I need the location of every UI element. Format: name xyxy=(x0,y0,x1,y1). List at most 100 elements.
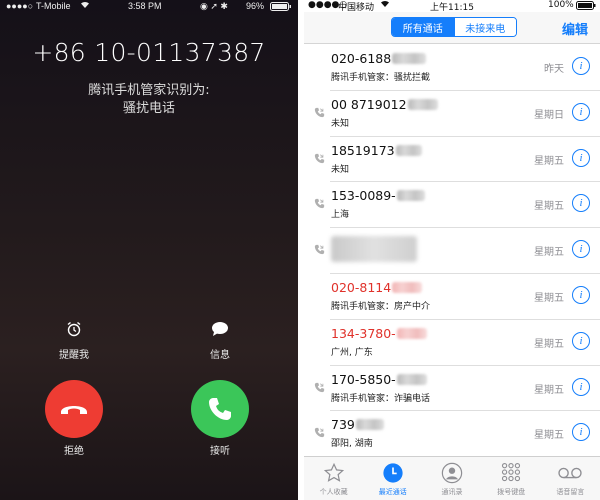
tab-contacts[interactable]: 通讯录 xyxy=(422,457,481,500)
call-row[interactable]: 153-0089- 上海 星期五 i xyxy=(314,182,600,229)
redacted-digits xyxy=(392,53,427,64)
call-row[interactable]: 020-8114 腾讯手机管家：房产中介 星期五 i xyxy=(330,274,600,320)
hang-up-icon xyxy=(61,406,87,414)
redacted-digits xyxy=(396,373,427,385)
call-number: 18519173 xyxy=(331,143,422,158)
decline-call-button[interactable] xyxy=(45,380,103,438)
call-date: 星期五 xyxy=(534,430,564,442)
decline-label: 拒绝 xyxy=(64,446,84,457)
call-date: 星期五 xyxy=(534,201,564,213)
tab-label: 通讯录 xyxy=(441,488,463,496)
message-label: 信息 xyxy=(210,350,230,361)
call-row[interactable]: 170-5850- 腾讯手机管家：诈骗电话 星期五 i xyxy=(314,366,600,412)
call-row[interactable]: 星期五 i xyxy=(314,228,600,274)
outgoing-call-icon xyxy=(314,380,325,392)
call-number: 020-6188 xyxy=(331,51,427,66)
info-icon[interactable]: i xyxy=(572,377,590,396)
battery-percent: 96% xyxy=(246,1,265,11)
segment-all-calls[interactable]: 所有通话 xyxy=(392,18,454,36)
call-subtitle: 腾讯手机管家：房产中介 xyxy=(331,301,431,312)
outgoing-call-icon xyxy=(314,151,325,163)
call-row[interactable]: 020-6188 腾讯手机管家：骚扰拦截 昨天 i xyxy=(330,45,600,91)
outgoing-call-icon xyxy=(314,105,325,117)
keypad-icon xyxy=(500,461,522,485)
call-row[interactable]: 739 邵阳, 湖南 星期五 i xyxy=(314,411,600,458)
navigation-bar: 所有通话 未接来电 编辑 xyxy=(304,12,600,44)
tab-label: 个人收藏 xyxy=(319,488,348,496)
info-icon[interactable]: i xyxy=(572,194,590,213)
redacted-digits xyxy=(396,190,425,202)
tab-voicemail[interactable]: 语音留言 xyxy=(541,457,600,500)
carrier-label: T-Mobile xyxy=(36,1,71,11)
outgoing-call-icon xyxy=(314,196,325,209)
tab-label: 最近通话 xyxy=(378,488,407,496)
recents-screen: ●●●●○ 中国移动 上午11:15 100% 所有通话 未接来电 编辑 020… xyxy=(304,0,600,500)
info-icon[interactable]: i xyxy=(572,57,590,75)
call-row[interactable]: 00 8719012 未知 星期日 i xyxy=(314,91,600,137)
info-icon[interactable]: i xyxy=(572,331,590,350)
remind-me-button[interactable]: 提醒我 xyxy=(44,320,104,361)
call-subtitle: 腾讯手机管家：骚扰拦截 xyxy=(331,73,431,83)
call-subtitle: 腾讯手机管家：诈骗电话 xyxy=(331,393,431,404)
call-number: 00 8719012 xyxy=(331,97,438,112)
status-icons: ◉ ➚ ✱ xyxy=(200,1,228,11)
recent-calls-list: 020-6188 腾讯手机管家：骚扰拦截 昨天 i 00 8719012 未知 星期日 i 18… xyxy=(304,45,600,458)
call-subtitle: 上海 xyxy=(331,210,350,221)
outgoing-call-icon xyxy=(314,425,325,438)
call-subtitle: 邵阳, 湖南 xyxy=(331,439,373,450)
alarm-clock-icon xyxy=(44,320,104,338)
message-bubble-icon xyxy=(190,320,250,338)
wifi-icon xyxy=(380,0,390,11)
call-number-text: 00 8719012 xyxy=(331,96,407,112)
wifi-icon xyxy=(80,1,90,11)
tab-star[interactable]: 个人收藏 xyxy=(304,457,363,500)
call-date: 星期日 xyxy=(534,109,564,121)
call-subtitle: 未知 xyxy=(331,164,350,175)
call-filter-segmented-control[interactable]: 所有通话 未接来电 xyxy=(391,17,517,37)
call-date: 星期五 xyxy=(534,247,564,259)
identified-by-text: 腾讯手机管家识别为: xyxy=(88,83,210,98)
caller-label: 骚扰电话 xyxy=(122,101,175,116)
call-number-text: 170-5850- xyxy=(331,371,396,387)
tab-keypad[interactable]: 拨号键盘 xyxy=(482,457,541,500)
call-number-text: 153-0089- xyxy=(331,188,396,204)
accept-label: 接听 xyxy=(210,446,230,457)
redacted-number xyxy=(331,236,417,263)
info-icon[interactable]: i xyxy=(572,423,590,442)
call-subtitle: 未知 xyxy=(331,118,350,129)
call-number-text: 134-3780- xyxy=(331,325,396,341)
phone-handset-icon xyxy=(209,398,231,420)
status-bar: ●●●●○ 中国移动 上午11:15 100% xyxy=(304,0,600,13)
segment-missed-calls[interactable]: 未接来电 xyxy=(453,18,516,36)
info-icon[interactable]: i xyxy=(572,102,590,121)
call-number-text: 18519173 xyxy=(331,142,395,158)
call-date: 昨天 xyxy=(544,64,564,75)
voicemail-icon xyxy=(557,461,583,485)
edit-button[interactable]: 编辑 xyxy=(562,19,588,38)
call-row[interactable]: 134-3780- 广州, 广东 星期五 i xyxy=(330,320,600,366)
battery-percent: 100% xyxy=(548,0,574,10)
contacts-icon xyxy=(441,461,463,485)
caller-number: +86 10-01137387 xyxy=(32,38,266,67)
clock-time: 3:58 PM xyxy=(128,1,162,11)
tab-clock[interactable]: 最近通话 xyxy=(363,457,422,500)
info-icon[interactable]: i xyxy=(572,285,590,304)
message-button[interactable]: 信息 xyxy=(190,320,250,361)
incoming-call-screen: ●●●●○ T-Mobile 3:58 PM ◉ ➚ ✱ 96% +86 10-… xyxy=(0,0,298,500)
call-number: 739 xyxy=(331,417,384,432)
battery-icon xyxy=(270,2,292,13)
redacted-digits xyxy=(396,327,427,339)
tab-bar: 个人收藏 最近通话 通讯录 拨号键盘 语音留言 xyxy=(304,456,600,500)
call-subtitle: 广州, 广东 xyxy=(331,347,373,358)
call-number-text: 739 xyxy=(331,417,355,433)
info-icon[interactable]: i xyxy=(572,240,590,259)
accept-call-button[interactable] xyxy=(191,380,249,438)
call-row[interactable]: 18519173 未知 星期五 i xyxy=(314,137,600,183)
redacted-digits xyxy=(355,419,384,431)
info-icon[interactable]: i xyxy=(572,148,590,167)
call-number-text: 020-8114 xyxy=(331,279,392,295)
remind-me-label: 提醒我 xyxy=(59,350,89,361)
call-number: 153-0089- xyxy=(331,188,425,203)
call-number-text: 020-6188 xyxy=(331,51,392,66)
call-number: 170-5850- xyxy=(331,372,427,387)
